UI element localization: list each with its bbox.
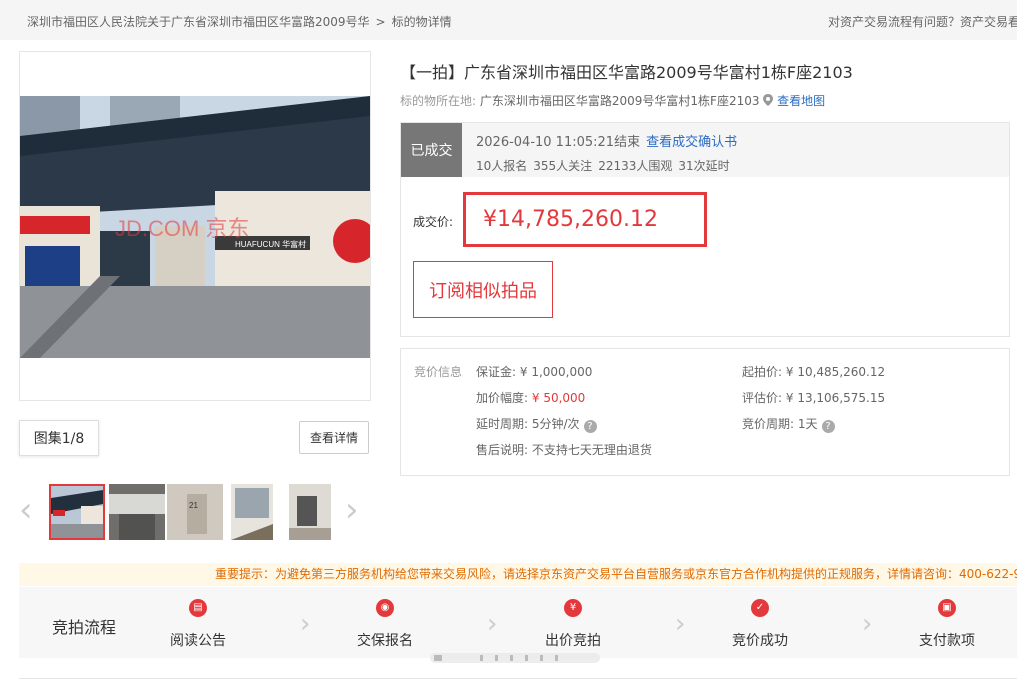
subscribe-similar-button[interactable]: 订阅相似拍品: [413, 261, 553, 318]
scroll-indicator: [430, 650, 600, 666]
thumbnail-5[interactable]: [289, 484, 345, 540]
thumbnail-4[interactable]: [231, 484, 287, 540]
cycle-row: 竞价周期: 1天?: [742, 415, 835, 433]
breadcrumb-separator: >: [375, 15, 386, 29]
location-label: 标的物所在地:: [400, 94, 477, 108]
flow-step-success: ✓ 竞价成功: [700, 587, 820, 658]
chevron-right-icon: ›: [675, 609, 686, 639]
top-bar: 深圳市福田区人民法院关于广东省深圳市福田区华富路2009号华 > 标的物详情 对资产…: [0, 0, 1017, 40]
flow-step-label: 竞价成功: [732, 633, 788, 649]
chevron-right-icon[interactable]: ›: [345, 490, 359, 530]
appraisal-value: ¥ 13,106,575.15: [785, 391, 886, 405]
status-header: 已成交 2026-04-10 11:05:21结束 查看成交确认书 10人报名 35…: [401, 123, 1009, 177]
building-sign-text: HUAFUCUN 华富村: [235, 239, 306, 249]
auction-stats: 10人报名 355人关注 22133人围观 31次延时: [476, 157, 736, 174]
increment-row: 加价幅度: ¥ 50,000: [476, 389, 585, 406]
extension-count: 31次延时: [678, 159, 730, 173]
item-title: 【一拍】广东省深圳市福田区华富路2009号华富村1栋F座2103: [400, 63, 853, 82]
watermark-text: JD.COM 京东: [115, 216, 249, 241]
appraisal-row: 评估价: ¥ 13,106,575.15: [742, 389, 885, 406]
chevron-right-icon: ›: [487, 609, 498, 639]
bid-info-panel: 竞价信息 保证金: ¥ 1,000,000 加价幅度: ¥ 50,000 延时周…: [400, 348, 1010, 476]
aftersale-label: 售后说明:: [476, 443, 529, 457]
main-photo[interactable]: JD.COM 京东 HUAFUCUN 华富村: [20, 96, 370, 358]
breadcrumb-parent-link[interactable]: 深圳市福田区人民法院关于广东省深圳市福田区华富路2009号华: [27, 15, 370, 29]
flow-title: 竞拍流程: [52, 618, 117, 637]
breadcrumb-current: 标的物详情: [391, 15, 452, 29]
start-price-value: ¥ 10,485,260.12: [785, 365, 886, 379]
wallet-icon: ▣: [938, 599, 956, 617]
deposit-label: 保证金:: [476, 365, 517, 379]
announcement-icon: ▤: [189, 599, 207, 617]
end-time: 2026-04-10 11:05:21结束: [476, 135, 641, 150]
breadcrumb: 深圳市福田区人民法院关于广东省深圳市福田区华富路2009号华 > 标的物详情: [27, 13, 452, 30]
increment-label: 加价幅度:: [476, 391, 529, 405]
start-price-label: 起拍价:: [742, 365, 783, 379]
album-tab[interactable]: 图集1/8: [19, 420, 99, 456]
map-pin-icon: [763, 94, 774, 108]
start-price-row: 起拍价: ¥ 10,485,260.12: [742, 363, 885, 380]
follower-count: 355人关注: [533, 159, 593, 173]
thumbs-up-icon: ✓: [751, 599, 769, 617]
flow-step-label: 支付款项: [919, 633, 975, 649]
deposit-value: ¥ 1,000,000: [519, 365, 593, 379]
view-map-link[interactable]: 查看地图: [777, 94, 825, 108]
thumbnail-2[interactable]: [109, 484, 165, 540]
location-value: 广东深圳市福田区华富路2009号华富村1栋F座2103: [479, 94, 760, 108]
flow-step-label: 交保报名: [357, 633, 413, 649]
help-link[interactable]: 对资产交易流程有问题？资产交易看: [828, 13, 1017, 30]
item-location: 标的物所在地: 广东深圳市福田区华富路2009号华富村1栋F座2103 查看地图: [400, 92, 825, 109]
question-icon[interactable]: ?: [821, 420, 835, 433]
question-icon[interactable]: ?: [583, 420, 597, 433]
bid-info-header: 竞价信息: [414, 365, 463, 379]
main-gallery: JD.COM 京东 HUAFUCUN 华富村: [19, 51, 371, 401]
thumbnail-3[interactable]: 21: [167, 484, 223, 540]
deal-price: ¥14,785,260.12: [463, 192, 707, 247]
svg-text:21: 21: [189, 501, 198, 510]
appraisal-label: 评估价:: [742, 391, 783, 405]
flow-step-deposit: ◉ 交保报名: [325, 587, 445, 658]
chevron-right-icon: ›: [862, 609, 873, 639]
end-time-line: 2026-04-10 11:05:21结束 查看成交确认书: [476, 131, 737, 150]
risk-notice-banner: 重要提示：为避免第三方服务机构给您带来交易风险，请选择京东资产交易平台自营服务或…: [19, 563, 1017, 586]
aftersale-value: 不支持七天无理由退货: [531, 443, 652, 457]
thumbnail-1[interactable]: [49, 484, 105, 540]
cycle-value: 1天: [797, 417, 818, 431]
view-details-button[interactable]: 查看详情: [299, 421, 369, 454]
bid-icon: ¥: [564, 599, 582, 617]
cycle-label: 竞价周期:: [742, 417, 795, 431]
signup-count: 10人报名: [476, 159, 528, 173]
delay-label: 延时周期:: [476, 417, 529, 431]
deal-price-label: 成交价:: [413, 215, 454, 229]
delay-row: 延时周期: 5分钟/次?: [476, 415, 597, 433]
aftersale-row: 售后说明: 不支持七天无理由退货: [476, 441, 652, 458]
chevron-right-icon: ›: [300, 609, 311, 639]
increment-value: ¥ 50,000: [531, 391, 586, 405]
confirm-link[interactable]: 查看成交确认书: [646, 135, 737, 150]
delay-value: 5分钟/次: [531, 417, 580, 431]
flow-step-read-notice: ▤ 阅读公告: [138, 587, 258, 658]
watcher-count: 22133人围观: [598, 159, 673, 173]
auction-flow: 竞拍流程 ▤ 阅读公告 › ◉ 交保报名 › ¥ 出价竞拍 › ✓ 竞价成功 ›…: [19, 587, 1017, 658]
flow-step-payment: ▣ 支付款项: [887, 587, 1007, 658]
chevron-left-icon[interactable]: ‹: [19, 490, 33, 530]
bid-status-panel: 已成交 2026-04-10 11:05:21结束 查看成交确认书 10人报名 35…: [400, 122, 1010, 337]
flow-step-label: 出价竞拍: [545, 633, 601, 649]
flow-step-bid: ¥ 出价竞拍: [513, 587, 633, 658]
flow-step-label: 阅读公告: [170, 633, 226, 649]
deposit-row: 保证金: ¥ 1,000,000: [476, 363, 592, 380]
status-badge: 已成交: [401, 123, 462, 177]
deposit-icon: ◉: [376, 599, 394, 617]
